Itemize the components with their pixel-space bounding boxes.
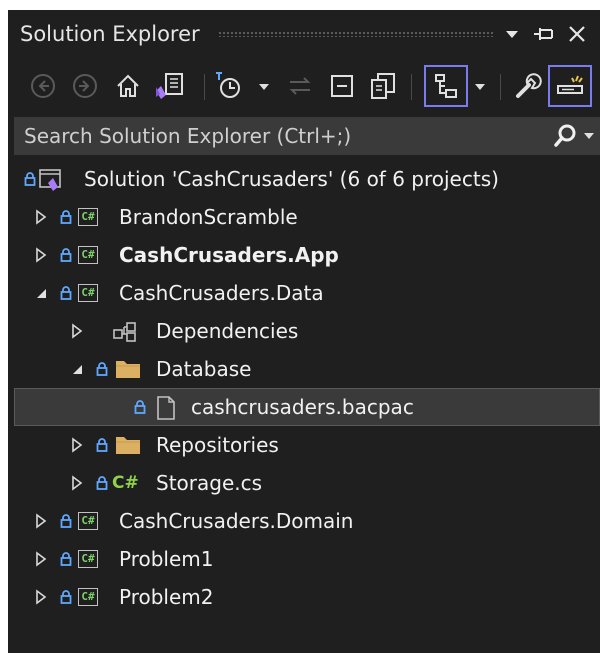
search-box xyxy=(14,117,600,155)
window-position-dropdown-icon[interactable] xyxy=(501,22,523,46)
folder-icon xyxy=(114,357,140,381)
sync-icon[interactable] xyxy=(284,69,316,103)
tree-item-folder[interactable]: Repositories xyxy=(8,426,600,464)
expand-arrow-icon[interactable] xyxy=(34,208,48,226)
toolbar xyxy=(8,56,600,114)
tree-item-label: CashCrusaders.Domain xyxy=(119,509,354,533)
lock-icon xyxy=(60,551,72,567)
tree-item-label: CashCrusaders.Data xyxy=(119,281,324,305)
tree-item-label: Problem2 xyxy=(119,585,214,609)
lock-icon xyxy=(60,285,72,301)
tree-item-label: BrandonScramble xyxy=(119,205,298,229)
tree-item-label: Dependencies xyxy=(156,319,299,343)
collapse-arrow-icon[interactable] xyxy=(70,360,84,378)
expand-arrow-icon[interactable] xyxy=(34,588,48,606)
tree-item-project[interactable]: C# Problem2 xyxy=(8,578,600,616)
back-icon[interactable] xyxy=(28,69,58,103)
expand-arrow-icon[interactable] xyxy=(70,436,84,454)
tree-item-folder[interactable]: Database xyxy=(8,350,600,388)
lock-icon xyxy=(96,437,108,453)
tree-item-csfile[interactable]: C# Storage.cs xyxy=(8,464,600,502)
tree-item-dependencies[interactable]: Dependencies xyxy=(8,312,600,350)
expand-arrow-icon[interactable] xyxy=(34,550,48,568)
chevron-down-icon[interactable] xyxy=(470,69,490,103)
tree-item-label: Storage.cs xyxy=(156,471,263,495)
switch-views-icon[interactable] xyxy=(150,69,190,103)
panel-title: Solution Explorer xyxy=(20,22,200,46)
csharp-project-icon: C# xyxy=(78,284,98,302)
tree-item-label: cashcrusaders.bacpac xyxy=(191,395,414,419)
toolbar-separator xyxy=(411,74,412,100)
csharp-project-icon: C# xyxy=(78,550,98,568)
lock-icon xyxy=(96,361,108,377)
csharp-project-icon: C# xyxy=(78,512,98,530)
search-icon[interactable] xyxy=(554,123,596,153)
solution-explorer-panel: Solution Explorer Search Solution Explor… xyxy=(8,10,600,653)
drag-grip[interactable] xyxy=(218,31,495,37)
lock-icon xyxy=(134,399,146,415)
lock-icon xyxy=(60,247,72,263)
csharp-project-icon: C# xyxy=(78,208,98,226)
folder-icon xyxy=(114,433,140,457)
pending-changes-filter-icon[interactable] xyxy=(212,69,248,103)
tree-item-solution[interactable]: Solution 'CashCrusaders' (6 of 6 project… xyxy=(8,160,600,198)
preview-selected-items-icon[interactable] xyxy=(548,65,592,107)
chevron-down-icon[interactable] xyxy=(254,69,274,103)
lock-icon xyxy=(96,475,108,491)
collapse-all-icon[interactable] xyxy=(326,69,358,103)
expand-arrow-icon[interactable] xyxy=(34,512,48,530)
tree-item-label: Solution 'CashCrusaders' (6 of 6 project… xyxy=(84,167,499,191)
expand-arrow-icon[interactable] xyxy=(70,474,84,492)
tree-item-label: Database xyxy=(156,357,252,381)
csharp-project-icon: C# xyxy=(78,246,98,264)
dependencies-icon xyxy=(112,319,136,343)
panel-title-bar: Solution Explorer xyxy=(8,10,600,56)
toolbar-separator xyxy=(500,74,501,100)
wrench-icon[interactable] xyxy=(510,69,544,103)
csharp-file-icon: C# xyxy=(112,473,139,493)
forward-icon[interactable] xyxy=(70,69,100,103)
csharp-project-icon: C# xyxy=(78,588,98,606)
track-active-item-icon[interactable] xyxy=(424,65,468,107)
home-icon[interactable] xyxy=(112,69,144,103)
tree-item-project[interactable]: C# BrandonScramble xyxy=(8,198,600,236)
collapse-arrow-icon[interactable] xyxy=(34,284,48,302)
tree-item-label: CashCrusaders.App xyxy=(119,243,339,267)
expand-arrow-icon[interactable] xyxy=(34,246,48,264)
solution-icon xyxy=(38,167,62,191)
expand-arrow-icon[interactable] xyxy=(70,322,84,340)
tree-item-project[interactable]: C# Problem1 xyxy=(8,540,600,578)
pin-icon[interactable] xyxy=(532,22,554,46)
tree-item-file-selected[interactable]: cashcrusaders.bacpac xyxy=(14,388,600,426)
show-all-files-icon[interactable] xyxy=(366,69,400,103)
search-input[interactable] xyxy=(14,117,534,155)
lock-icon xyxy=(60,589,72,605)
tree-item-project[interactable]: C# CashCrusaders.Data xyxy=(8,274,600,312)
tree-item-project[interactable]: C# CashCrusaders.Domain xyxy=(8,502,600,540)
lock-icon xyxy=(24,171,36,187)
tree-item-label: Repositories xyxy=(156,433,279,457)
close-icon[interactable] xyxy=(566,22,588,46)
lock-icon xyxy=(60,513,72,529)
file-icon xyxy=(154,395,178,420)
toolbar-separator xyxy=(204,74,205,100)
tree-item-project[interactable]: C# CashCrusaders.App xyxy=(8,236,600,274)
lock-icon xyxy=(60,209,72,225)
tree-item-label: Problem1 xyxy=(119,547,214,571)
